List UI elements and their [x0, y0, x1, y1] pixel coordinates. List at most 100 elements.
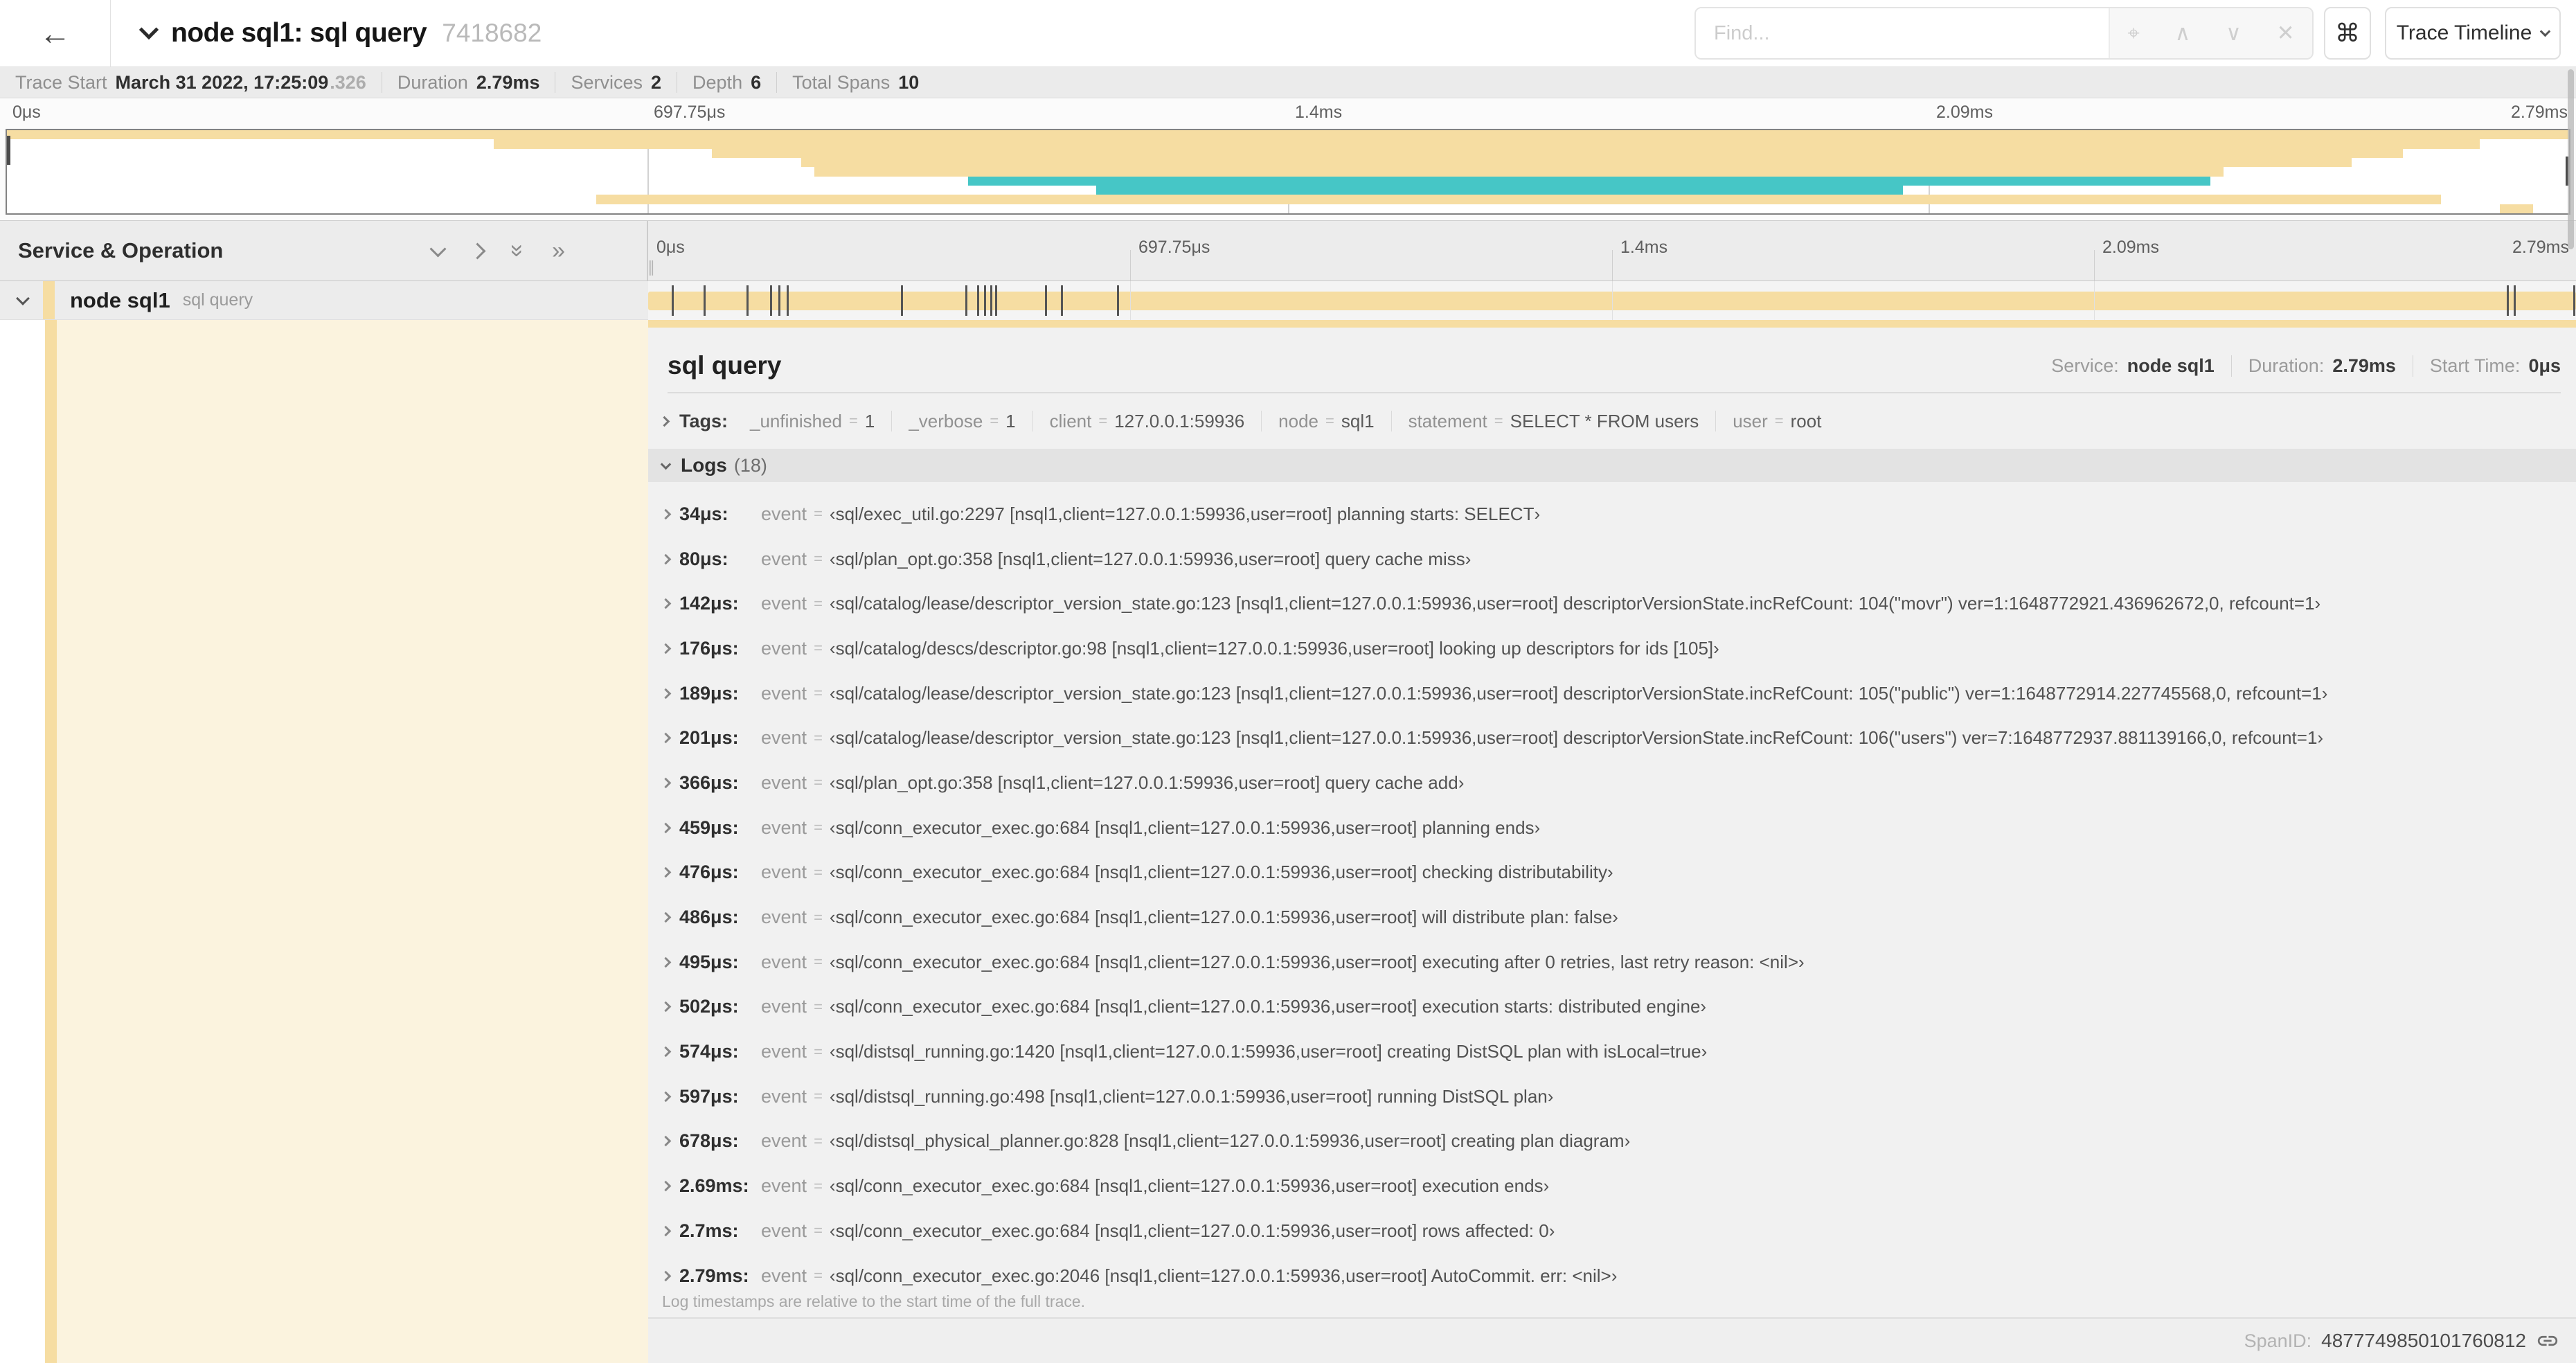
log-row[interactable]: 678μs: event = ‹sql/distsql_physical_planne…: [648, 1119, 2576, 1164]
log-message: ‹sql/conn_executor_exec.go:684 [nsql1,cl…: [829, 862, 1613, 883]
log-event-marker[interactable]: [965, 285, 967, 316]
equals-sign: =: [1098, 412, 1108, 429]
log-field-key: event: [761, 1041, 807, 1062]
log-event-marker[interactable]: [976, 285, 979, 316]
tag-item[interactable]: _verbose = 1: [892, 411, 1033, 431]
span-row-label[interactable]: node sql1 sql query: [0, 281, 648, 320]
tag-key: client: [1049, 410, 1092, 431]
log-row[interactable]: 476μs: event = ‹sql/conn_executor_exec.go:6…: [648, 850, 2576, 896]
log-event-marker[interactable]: [769, 285, 772, 316]
log-row[interactable]: 574μs: event = ‹sql/distsql_running.go:1420…: [648, 1029, 2576, 1074]
log-field-key: event: [761, 907, 807, 928]
log-event-marker[interactable]: [778, 285, 781, 316]
log-event-marker[interactable]: [901, 285, 904, 316]
chevron-right-icon: [660, 1225, 672, 1237]
collapse-trace-chevron-icon[interactable]: [138, 19, 159, 40]
log-row[interactable]: 502μs: event = ‹sql/conn_executor_exec.go:6…: [648, 985, 2576, 1030]
log-row[interactable]: 2.69ms: event = ‹sql/conn_executor_exec.go:…: [648, 1164, 2576, 1209]
expanded-span-background: [57, 320, 648, 1363]
log-row[interactable]: 459μs: event = ‹sql/conn_executor_exec.go:6…: [648, 805, 2576, 850]
tag-key: _unfinished: [750, 410, 843, 431]
tag-item[interactable]: node = sql1: [1262, 411, 1392, 431]
span-color-accent-bar: [45, 320, 57, 1363]
log-event-marker[interactable]: [787, 285, 789, 316]
log-row[interactable]: 80μs: event = ‹sql/plan_opt.go:358 [nsql1,c…: [648, 537, 2576, 582]
previous-result-icon[interactable]: ∧: [2175, 21, 2191, 46]
expand-all-icon[interactable]: »: [552, 239, 565, 262]
log-field-key: event: [761, 1085, 807, 1107]
log-row[interactable]: 189μs: event = ‹sql/catalog/lease/descripto…: [648, 671, 2576, 716]
log-event-marker[interactable]: [990, 285, 992, 316]
tags-row[interactable]: Tags: _unfinished = 1 _verbose = 1 client = 127.…: [656, 404, 2561, 438]
log-field-key: event: [761, 951, 807, 972]
chevron-right-icon: [660, 956, 672, 968]
tag-item[interactable]: _unfinished = 1: [733, 410, 893, 431]
log-event-marker[interactable]: [746, 285, 749, 316]
logs-title: Logs: [681, 454, 727, 476]
log-row[interactable]: 495μs: event = ‹sql/conn_executor_exec.go:6…: [648, 940, 2576, 985]
equals-sign: =: [814, 1222, 823, 1240]
match-highlight-icon[interactable]: ⌖: [2127, 21, 2139, 46]
log-row[interactable]: 201μs: event = ‹sql/catalog/lease/descripto…: [648, 715, 2576, 760]
logs-section-header[interactable]: Logs (18): [648, 449, 2576, 482]
span-row-timeline[interactable]: [648, 281, 2576, 320]
minimap-tick-label: 0μs: [12, 103, 41, 122]
log-message: ‹sql/conn_executor_exec.go:684 [nsql1,cl…: [829, 1220, 1555, 1241]
equals-sign: =: [814, 594, 823, 612]
log-event-marker[interactable]: [671, 285, 674, 316]
equals-sign: =: [814, 774, 823, 792]
next-result-icon[interactable]: ∨: [2226, 21, 2242, 46]
collapse-span-chevron-icon[interactable]: [16, 291, 30, 305]
log-field-key: event: [761, 727, 807, 749]
log-timestamp: 678μs:: [679, 1130, 739, 1152]
log-row[interactable]: 2.7ms: event = ‹sql/conn_executor_exec.go:6…: [648, 1209, 2576, 1254]
minimap-canvas[interactable]: [6, 129, 2570, 215]
vertical-scrollbar[interactable]: [2568, 69, 2574, 249]
log-row[interactable]: 366μs: event = ‹sql/plan_opt.go:358 [nsql1,…: [648, 760, 2576, 805]
minimap-tick-label: 697.75μs: [654, 103, 726, 122]
log-row[interactable]: 176μs: event = ‹sql/catalog/descs/descripto…: [648, 626, 2576, 671]
keyboard-shortcuts-button[interactable]: ⌘: [2324, 7, 2371, 60]
log-event-marker[interactable]: [1044, 285, 1047, 316]
tag-key: user: [1733, 410, 1768, 431]
chevron-right-icon: [660, 643, 672, 654]
span-color-accent: [43, 281, 55, 319]
log-row[interactable]: 597μs: event = ‹sql/distsql_running.go:498 …: [648, 1074, 2576, 1119]
equals-sign: =: [1774, 412, 1784, 429]
find-input[interactable]: [1696, 8, 2109, 58]
back-button[interactable]: ←: [0, 0, 111, 66]
equals-sign: =: [814, 997, 823, 1015]
tag-item[interactable]: client = 127.0.0.1:59936: [1033, 411, 1262, 431]
log-row[interactable]: 486μs: event = ‹sql/conn_executor_exec.go:6…: [648, 895, 2576, 940]
log-message: ‹sql/conn_executor_exec.go:2046 [nsql1,c…: [829, 1265, 1618, 1286]
trace-info-label: Depth: [692, 71, 743, 93]
tag-item[interactable]: user = root: [1716, 411, 1838, 431]
chevron-right-icon: [660, 1091, 672, 1103]
expand-one-icon[interactable]: [469, 242, 486, 260]
timeline-ruler: 0μs 697.75μs 1.4ms 2.09ms 2.79ms: [648, 221, 2576, 280]
collapse-all-icon[interactable]: »: [505, 244, 531, 258]
log-event-marker[interactable]: [2507, 285, 2510, 316]
log-event-marker[interactable]: [2573, 285, 2575, 316]
log-event-marker[interactable]: [703, 285, 706, 316]
chevron-right-icon: [660, 777, 672, 789]
clear-search-icon[interactable]: ✕: [2277, 21, 2295, 46]
find-group: ⌖ ∧ ∨ ✕: [1694, 7, 2314, 60]
trace-timeline-dropdown[interactable]: Trace Timeline: [2385, 7, 2561, 60]
log-row[interactable]: 2.79ms: event = ‹sql/conn_executor_exec.go:…: [648, 1254, 2576, 1299]
minimap-left-drag-handle[interactable]: [7, 136, 10, 165]
log-row[interactable]: 34μs: event = ‹sql/exec_util.go:2297 [nsql1…: [648, 492, 2576, 537]
ruler-tick-label: 1.4ms: [1620, 238, 1668, 257]
log-row[interactable]: 142μs: event = ‹sql/catalog/lease/descripto…: [648, 581, 2576, 626]
tag-item[interactable]: statement = SELECT * FROM users: [1392, 411, 1717, 431]
log-event-marker[interactable]: [983, 285, 986, 316]
log-event-marker[interactable]: [1116, 285, 1119, 316]
deep-link-icon[interactable]: [2536, 1329, 2559, 1353]
column-resizer-handle[interactable]: ∥: [647, 258, 656, 276]
minimap-tick-label: 1.4ms: [1295, 103, 1343, 122]
log-event-marker[interactable]: [995, 285, 998, 316]
log-timestamp: 189μs:: [679, 682, 739, 704]
collapse-one-icon[interactable]: [429, 240, 447, 258]
log-event-marker[interactable]: [1060, 285, 1063, 316]
log-event-marker[interactable]: [2514, 285, 2516, 316]
